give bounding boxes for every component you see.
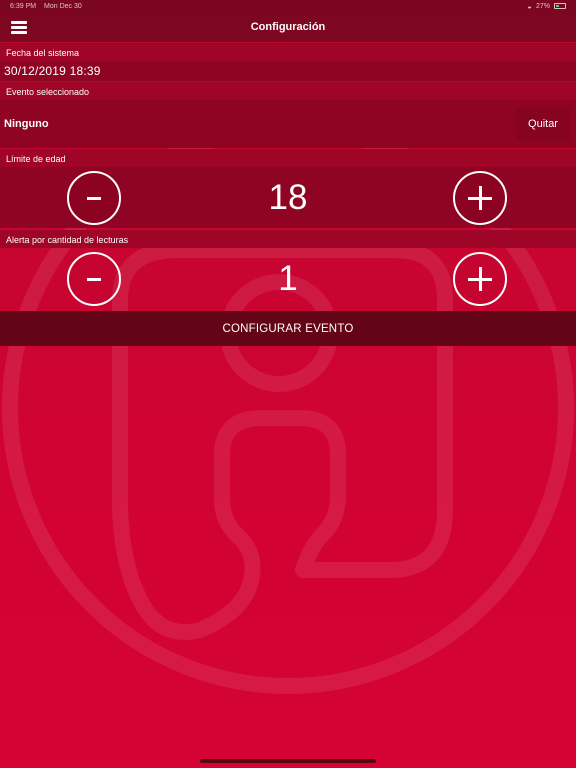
reading-alert-label: Alerta por cantidad de lecturas <box>0 230 576 248</box>
system-date-value: 30/12/2019 18:39 <box>4 64 101 78</box>
configure-event-button[interactable]: CONFIGURAR EVENTO <box>0 311 576 346</box>
age-limit-label: Límite de edad <box>0 149 576 167</box>
minus-icon <box>87 196 101 200</box>
age-limit-increment-button[interactable] <box>453 171 507 225</box>
status-date: Mon Dec 30 <box>44 2 82 10</box>
age-limit-value: 18 <box>268 178 308 217</box>
battery-percent: 27% <box>535 2 550 10</box>
age-limit-stepper: 18 <box>0 168 576 226</box>
selected-event-value: Ninguno <box>4 118 49 130</box>
age-limit-decrement-button[interactable] <box>67 171 121 225</box>
remove-event-button[interactable]: Quitar <box>516 107 570 141</box>
reading-alert-stepper: 1 <box>0 249 576 307</box>
reading-alert-decrement-button[interactable] <box>67 252 121 306</box>
status-right: ◒ 27% <box>527 2 566 11</box>
selected-event-label: Evento seleccionado <box>0 82 576 100</box>
home-indicator <box>200 759 376 763</box>
status-time: 6:39 PM <box>10 2 37 10</box>
page-title: Configuración <box>250 21 326 33</box>
selected-event-row: Ninguno Quitar <box>0 100 576 148</box>
system-date-row: 30/12/2019 18:39 <box>0 61 576 81</box>
status-left: 6:39 PM Mon Dec 30 <box>10 3 88 10</box>
system-date-label: Fecha del sistema <box>0 43 576 61</box>
reading-alert-increment-button[interactable] <box>453 252 507 306</box>
minus-icon <box>87 277 101 281</box>
reading-alert-value: 1 <box>278 259 298 298</box>
status-bar: 6:39 PM Mon Dec 30 ◒ 27% <box>0 0 576 12</box>
plus-icon <box>468 267 492 291</box>
navigation-bar: Configuración <box>0 12 576 42</box>
plus-icon <box>468 186 492 210</box>
battery-icon <box>554 3 566 9</box>
wifi-icon: ◒ <box>527 1 532 11</box>
hamburger-menu-icon[interactable] <box>11 21 27 34</box>
